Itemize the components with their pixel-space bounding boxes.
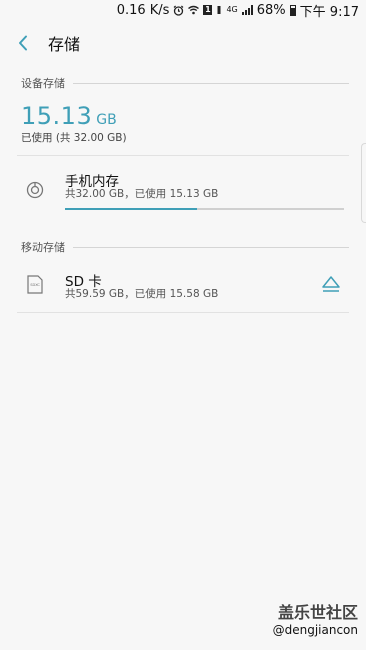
device-used-unit: GB xyxy=(96,112,117,128)
phone-memory-progress xyxy=(65,208,344,210)
device-used-amount: 15.13 GB xyxy=(21,102,117,130)
back-arrow-icon xyxy=(19,35,27,51)
phone-memory-item[interactable]: 手机内存 共32.00 GB，已使用 15.13 GB xyxy=(17,156,349,216)
internal-storage-icon xyxy=(25,180,45,200)
watermark-site: 盖乐世社区 xyxy=(277,603,358,622)
vibrate-icon xyxy=(216,5,222,15)
phone-memory-detail: 共32.00 GB，已使用 15.13 GB xyxy=(65,188,219,200)
device-storage-label: 设备存储 xyxy=(21,77,65,90)
sd-card-item[interactable]: SDXC SD 卡 共59.59 GB，已使用 15.58 GB xyxy=(17,256,349,312)
battery-icon xyxy=(289,4,296,16)
page-title: 存储 xyxy=(48,35,81,54)
sd-card-icon: SDXC xyxy=(25,274,45,294)
battery-percent: 68% xyxy=(256,2,286,18)
eject-icon xyxy=(322,276,340,292)
removable-storage-label: 移动存储 xyxy=(21,241,65,254)
edge-panel-handle[interactable] xyxy=(361,143,366,223)
removable-storage-header: 移动存储 xyxy=(21,239,349,255)
network-type: 4G xyxy=(226,5,238,14)
clock: 下午 9:17 xyxy=(299,4,359,20)
eject-button[interactable] xyxy=(320,273,342,295)
sd-card-icon-text: SDXC xyxy=(30,283,40,287)
watermark-user: @dengjiancon xyxy=(272,623,358,637)
back-button[interactable] xyxy=(0,24,46,62)
progress-fill xyxy=(65,208,197,210)
wifi-icon xyxy=(188,5,200,15)
section-divider xyxy=(73,246,349,248)
device-used-value: 15.13 xyxy=(21,102,93,130)
device-storage-header: 设备存储 xyxy=(21,75,349,91)
sim-badge: 1 xyxy=(203,5,213,15)
signal-icon xyxy=(241,5,253,15)
device-used-summary: 已使用 (共 32.00 GB) xyxy=(21,132,127,144)
status-bar: 0.16 K/s 1 4G 68% 下午 9:17 xyxy=(0,0,366,20)
divider xyxy=(17,312,349,313)
section-divider xyxy=(73,82,349,84)
app-bar: 存储 xyxy=(0,24,366,62)
alarm-icon xyxy=(173,5,184,16)
net-speed: 0.16 K/s xyxy=(116,2,170,18)
sd-card-detail: 共59.59 GB，已使用 15.58 GB xyxy=(65,288,219,300)
